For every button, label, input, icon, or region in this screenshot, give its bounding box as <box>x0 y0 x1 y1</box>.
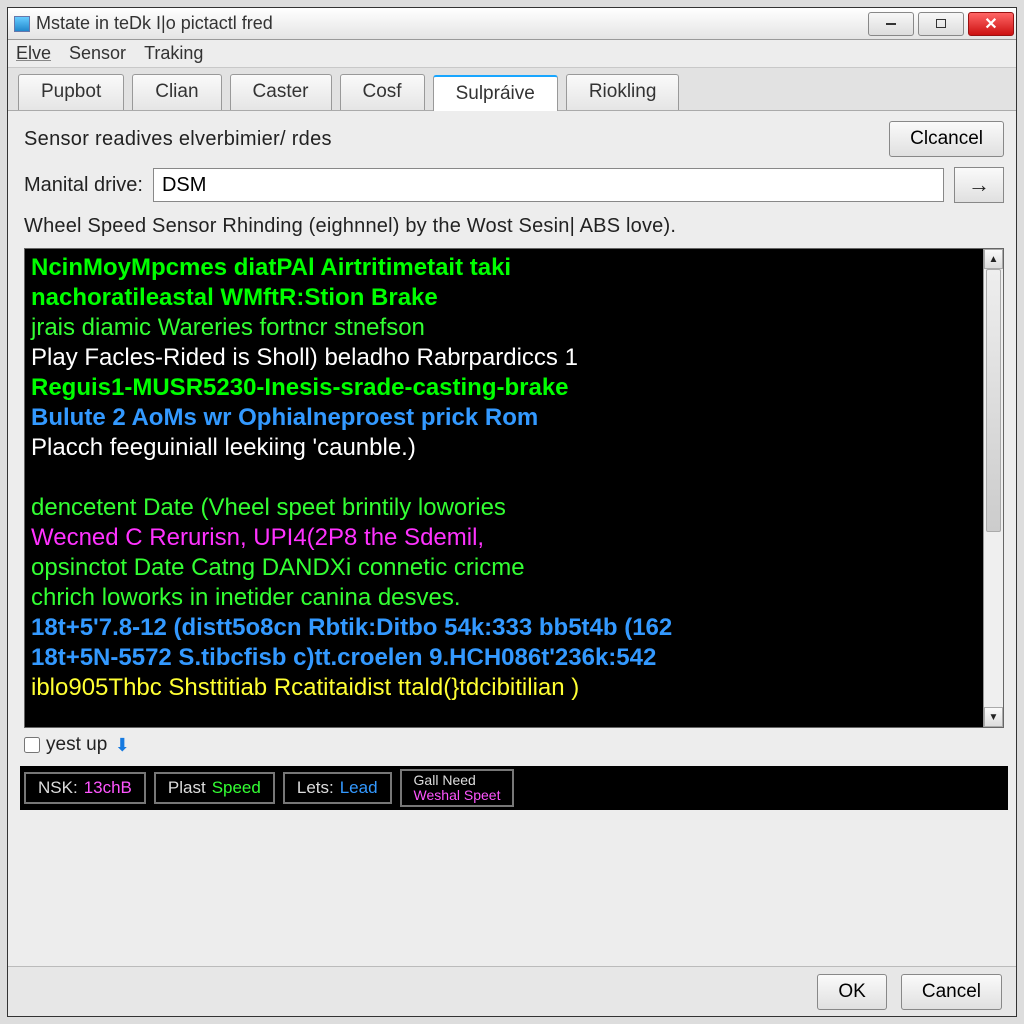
checkbox-label: yest up <box>46 734 107 756</box>
scroll-thumb[interactable] <box>986 269 1001 532</box>
drive-label: Manital drive: <box>24 174 143 197</box>
status-nsk: NSK: 13chB <box>24 772 146 804</box>
scroll-up-button[interactable]: ▲ <box>984 249 1003 269</box>
drive-row: Manital drive: → <box>24 167 1004 203</box>
section-label: Sensor readives elverbimier/ rdes <box>24 128 332 151</box>
scroll-track[interactable] <box>984 269 1003 707</box>
description-text: Wheel Speed Sensor Rhinding (eighnnel) b… <box>24 215 1004 238</box>
tab-cosf[interactable]: Cosf <box>340 74 425 110</box>
console-wrap: NcinMoyMpcmes diatPAl Airtritimetait tak… <box>24 248 1004 728</box>
console-line: opsinctot Date Catng DANDXi connetic cri… <box>31 553 977 583</box>
status-nsk-label: NSK: <box>38 778 78 798</box>
console-line: nachoratileastal WMftR:Stion Brake <box>31 283 977 313</box>
status-lets-label: Lets: <box>297 778 334 798</box>
console-line: NcinMoyMpcmes diatPAl Airtritimetait tak… <box>31 253 977 283</box>
footer: OK Cancel <box>8 966 1016 1016</box>
app-icon <box>14 16 30 32</box>
tab-riokling[interactable]: Riokling <box>566 74 680 110</box>
status-lets-value: Lead <box>340 778 378 798</box>
scroll-down-button[interactable]: ▼ <box>984 707 1003 727</box>
status-plast: Plast Speed <box>154 772 275 804</box>
close-icon: ✕ <box>984 14 997 34</box>
maximize-icon <box>936 19 946 28</box>
window-controls: ✕ <box>868 12 1016 36</box>
menu-traking[interactable]: Traking <box>144 43 203 64</box>
window-title: Mstate in teDk I|o pictactl fred <box>36 13 862 34</box>
tab-clian[interactable]: Clian <box>132 74 221 110</box>
console-output: NcinMoyMpcmes diatPAl Airtritimetait tak… <box>25 249 983 727</box>
status-strip: NSK: 13chB Plast Speed Lets: Lead Gall N… <box>20 766 1008 810</box>
status-gall-top: Gall Need <box>414 773 501 788</box>
console-line: chrich loworks in inetider canina desves… <box>31 583 977 613</box>
cancel-button[interactable]: Cancel <box>901 974 1002 1010</box>
console-line: Bulute 2 AoMs wr Ophialneproest prick Ro… <box>31 403 977 433</box>
status-plast-label: Plast <box>168 778 206 798</box>
go-button[interactable]: → <box>954 167 1004 203</box>
menubar: Elve Sensor Traking <box>8 40 1016 68</box>
console-line: Reguis1-MUSR5230-Inesis-srade-casting-br… <box>31 373 977 403</box>
console-line: Wecned C Rerurisn, UPI4(2P8 the Sdemil, <box>31 523 977 553</box>
minimize-icon <box>886 23 896 25</box>
scrollbar[interactable]: ▲ ▼ <box>983 249 1003 727</box>
status-gall: Gall Need Weshal Speet <box>400 769 515 806</box>
console-line: 18t+5N-5572 S.tibcfisb c)tt.croelen 9.HC… <box>31 643 977 673</box>
status-gall-bottom: Weshal Speet <box>414 788 501 803</box>
console-line <box>31 463 977 493</box>
status-nsk-value: 13chB <box>84 778 132 798</box>
menu-sensor[interactable]: Sensor <box>69 43 126 64</box>
close-button[interactable]: ✕ <box>968 12 1014 36</box>
console-line: 18t+5'7.8-12 (distt5o8cn Rbtik:Ditbo 54k… <box>31 613 977 643</box>
menu-elve[interactable]: Elve <box>16 43 51 64</box>
titlebar: Mstate in teDk I|o pictactl fred ✕ <box>8 8 1016 40</box>
status-lets: Lets: Lead <box>283 772 392 804</box>
arrow-right-icon: → <box>968 172 990 198</box>
console-line: dencetent Date (Vheel speet brintily low… <box>31 493 977 523</box>
section-header-row: Sensor readives elverbimier/ rdes Clcanc… <box>24 121 1004 157</box>
minimize-button[interactable] <box>868 12 914 36</box>
drive-input[interactable] <box>153 168 944 202</box>
download-icon[interactable]: ⬇ <box>113 736 131 754</box>
content-pane: Sensor readives elverbimier/ rdes Clcanc… <box>8 111 1016 966</box>
console-line: iblo905Thbc Shsttitiab Rcatitaidist ttal… <box>31 673 977 703</box>
tab-caster[interactable]: Caster <box>230 74 332 110</box>
clcancel-button[interactable]: Clcancel <box>889 121 1004 157</box>
console-line: Play Facles-Rided is Sholl) beladho Rabr… <box>31 343 977 373</box>
maximize-button[interactable] <box>918 12 964 36</box>
tab-strip: Pupbot Clian Caster Cosf Sulpráive Riokl… <box>8 68 1016 111</box>
console-line: Placch feeguiniall leekiing 'caunble.) <box>31 433 977 463</box>
tab-pupbot[interactable]: Pupbot <box>18 74 124 110</box>
tab-sulpraive[interactable]: Sulpráive <box>433 75 558 111</box>
ok-button[interactable]: OK <box>817 974 886 1010</box>
status-plast-value: Speed <box>212 778 261 798</box>
app-window: Mstate in teDk I|o pictactl fred ✕ Elve … <box>7 7 1017 1017</box>
console-line: jrais diamic Wareries fortncr stnefson <box>31 313 977 343</box>
yest-up-checkbox[interactable] <box>24 737 40 753</box>
checkbox-row: yest up ⬇ <box>24 734 1004 756</box>
